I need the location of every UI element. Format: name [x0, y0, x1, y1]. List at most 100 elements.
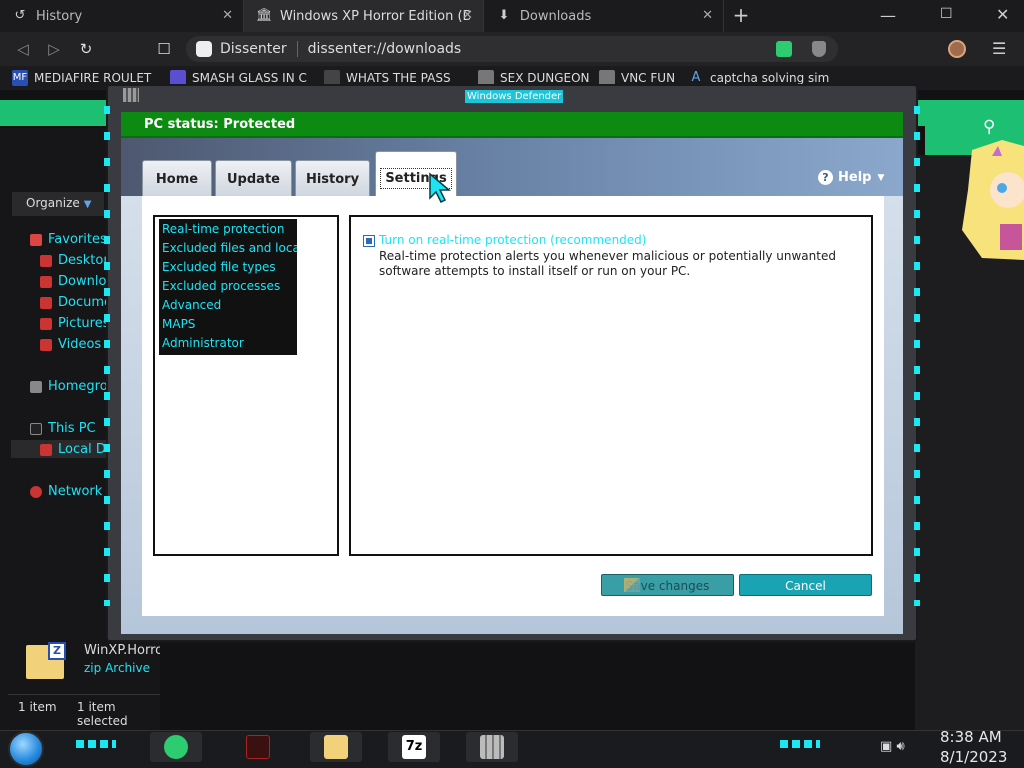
profile-avatar[interactable]: [948, 40, 966, 58]
bank-icon: 🏛︎: [256, 8, 273, 23]
clock-date[interactable]: 8/1/2023: [940, 748, 1007, 766]
system-tray[interactable]: ▣ 🔊︎: [880, 739, 905, 754]
bookmark-icon[interactable]: ☐: [153, 38, 175, 60]
checkbox-checkmark-icon: [366, 238, 372, 244]
save-changes-button[interactable]: Save changes: [601, 574, 734, 596]
search-icon[interactable]: ⚲: [983, 117, 995, 137]
settings-item-maps[interactable]: MAPS: [159, 315, 297, 334]
nav-label: Desktop: [58, 253, 106, 268]
taskbar-dissenter[interactable]: [150, 732, 202, 762]
nav-label: This PC: [48, 421, 96, 436]
shield-icon[interactable]: [812, 41, 826, 57]
nav-label: Videos: [58, 337, 102, 352]
nav-local-disk[interactable]: Local Disk: [40, 442, 106, 457]
nav-videos[interactable]: Videos: [40, 337, 106, 352]
cancel-button[interactable]: Cancel: [739, 574, 872, 596]
status-item-count: 1 item: [18, 700, 57, 714]
tab-downloads[interactable]: ⬇ Downloads ✕: [484, 0, 724, 32]
settings-detail-pane: Turn on real-time protection (recommende…: [349, 215, 873, 556]
zip-badge-icon: Z: [48, 642, 66, 660]
address-site-name: Dissenter: [220, 41, 287, 57]
desktop-icon: [40, 254, 52, 267]
back-icon[interactable]: ◁: [12, 38, 34, 60]
new-tab-button[interactable]: +: [730, 4, 752, 26]
tab-label: Downloads: [519, 8, 592, 24]
tab-label: History: [36, 8, 83, 24]
settings-item-excluded-file-types[interactable]: Excluded file types: [159, 258, 297, 277]
bookmark-label: SMASH GLASS IN C: [192, 71, 307, 85]
address-url: dissenter://downloads: [307, 41, 462, 57]
start-button[interactable]: [8, 731, 44, 767]
settings-item-real-time-protection[interactable]: Real-time protection: [159, 220, 297, 239]
taskbar-defender[interactable]: [466, 732, 518, 762]
defender-icon: [480, 735, 504, 759]
tab-update[interactable]: Update: [215, 160, 292, 196]
network-tray-icon[interactable]: ▣: [880, 739, 892, 754]
real-time-protection-label[interactable]: Turn on real-time protection (recommende…: [379, 233, 646, 247]
homegroup-icon: [30, 380, 42, 393]
tab-history[interactable]: History: [295, 160, 370, 196]
settings-item-administrator[interactable]: Administrator: [159, 334, 297, 353]
tab-winxp-horror[interactable]: 🏛︎ Windows XP Horror Edition (Destr ✕: [244, 0, 484, 32]
real-time-protection-description: Real-time protection alerts you whenever…: [379, 249, 836, 278]
cartoon-sticker: [962, 140, 1024, 260]
close-icon[interactable]: ✕: [702, 8, 713, 23]
maximize-icon[interactable]: ☐: [940, 6, 953, 22]
file-name[interactable]: WinXP.Horror: [84, 643, 160, 658]
reload-icon[interactable]: ↻: [75, 38, 97, 60]
settings-item-excluded-processes[interactable]: Excluded processes: [159, 277, 297, 296]
clock-time[interactable]: 8:38 AM: [940, 728, 1002, 746]
close-icon[interactable]: ✕: [222, 8, 233, 23]
taskbar-decoration: [76, 740, 116, 748]
organize-button[interactable]: Organize ▼: [12, 192, 104, 216]
address-separator: [296, 41, 298, 57]
help-menu[interactable]: ? Help ▼: [818, 170, 884, 185]
browser-tab-bar: ↺ History ✕ 🏛︎ Windows XP Horror Edition…: [0, 0, 1024, 32]
site-icon: [196, 41, 212, 57]
zip-archive-icon[interactable]: Z: [26, 642, 66, 679]
nav-label: Downloads: [58, 274, 106, 289]
nav-documents[interactable]: Documents: [40, 295, 106, 310]
taskbar-horror-app[interactable]: [232, 732, 284, 762]
tab-home[interactable]: Home: [142, 160, 212, 196]
bookmark-label: SEX DUNGEON: [500, 71, 590, 85]
address-bar[interactable]: Dissenter dissenter://downloads: [186, 36, 838, 62]
organize-label: Organize: [26, 196, 80, 210]
taskbar-7zip[interactable]: 7z: [388, 732, 440, 762]
nav-homegroup[interactable]: Homegroup: [30, 379, 106, 394]
mediafire-icon: MF: [12, 70, 28, 86]
nav-downloads[interactable]: Downloads: [40, 274, 106, 289]
real-time-protection-checkbox[interactable]: [363, 235, 375, 247]
tab-history[interactable]: ↺ History ✕: [0, 0, 244, 32]
pc-status-banner: PC status: Protected: [121, 112, 903, 138]
nav-label: Local Disk: [58, 442, 106, 457]
bookmark-label: MEDIAFIRE ROULET: [34, 71, 152, 85]
help-icon: ?: [818, 170, 833, 185]
status-selected-count: 1 item selected: [77, 700, 128, 728]
bookmark-label: captcha solving sim: [710, 71, 830, 85]
documents-icon: [40, 296, 52, 309]
frame-decoration: [914, 106, 920, 606]
nav-label: Documents: [58, 295, 106, 310]
computer-icon: [30, 422, 42, 435]
settings-item-advanced[interactable]: Advanced: [159, 296, 297, 315]
window-close-icon[interactable]: ✕: [996, 5, 1009, 24]
bookmark-label: VNC FUN: [621, 71, 676, 85]
defender-app-icon: [123, 88, 139, 102]
settings-item-excluded-files[interactable]: Excluded files and locat...: [159, 239, 297, 258]
taskbar-file-explorer[interactable]: [310, 732, 362, 762]
nav-pictures[interactable]: Pictures: [40, 316, 106, 331]
volume-icon[interactable]: 🔊︎: [896, 739, 904, 754]
chevron-down-icon: ▼: [83, 199, 92, 210]
minimize-icon[interactable]: —: [880, 6, 896, 25]
forward-icon[interactable]: ▷: [43, 38, 65, 60]
nav-label: Homegroup: [48, 379, 106, 394]
close-icon[interactable]: ✕: [462, 8, 473, 23]
tab-label: Windows XP Horror Edition (Destr: [280, 8, 470, 24]
dissenter-share-icon[interactable]: [776, 41, 792, 57]
menu-icon[interactable]: ☰: [992, 39, 1006, 58]
download-icon: ⬇: [498, 8, 510, 23]
mouse-cursor-icon: [429, 172, 452, 204]
folder-icon: [324, 735, 348, 759]
nav-desktop[interactable]: Desktop: [40, 253, 106, 268]
